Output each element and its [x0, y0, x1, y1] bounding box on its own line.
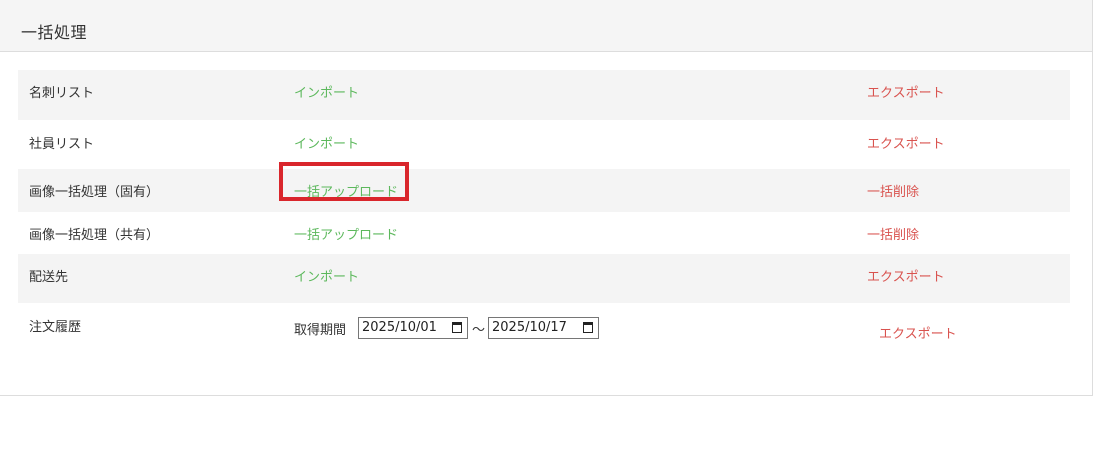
end-date-value: 2025/10/17: [492, 320, 567, 335]
import-link[interactable]: インポート: [294, 82, 359, 101]
table-row-business-cards: 名刺リスト インポート エクスポート: [18, 70, 1070, 120]
start-date-value: 2025/10/01: [362, 320, 437, 335]
table-row-image-bulk-unique: 画像一括処理（固有） 一括アップロード 一括削除: [18, 162, 1070, 212]
bulk-delete-link[interactable]: 一括削除: [867, 224, 919, 243]
row-label: 名刺リスト: [29, 86, 95, 101]
calendar-icon[interactable]: [583, 322, 593, 333]
export-link[interactable]: エクスポート: [867, 266, 945, 285]
row-label: 配送先: [29, 270, 69, 285]
export-link[interactable]: エクスポート: [867, 82, 945, 101]
calendar-icon[interactable]: [452, 322, 462, 333]
panel-title: 一括処理: [21, 23, 88, 42]
import-link[interactable]: インポート: [294, 133, 359, 152]
bulk-processing-table: 名刺リスト インポート エクスポート 社員リスト インポート エクスポート 画像…: [18, 70, 1070, 363]
bulk-delete-link[interactable]: 一括削除: [867, 181, 919, 200]
table-row-image-bulk-shared: 画像一括処理（共有） 一括アップロード 一括削除: [18, 212, 1070, 254]
row-label: 注文履歴: [29, 320, 82, 335]
export-link[interactable]: エクスポート: [879, 323, 957, 342]
row-label: 画像一括処理（固有）: [29, 185, 160, 200]
panel-header: 一括処理: [0, 0, 1092, 52]
row-label: 画像一括処理（共有）: [29, 228, 160, 243]
period-label: 取得期間: [294, 323, 347, 338]
table-row-order-history: 注文履歴 取得期間 2025/10/01 〜 2025/10/17 エクスポート: [18, 303, 1070, 363]
end-date-input[interactable]: 2025/10/17: [488, 317, 599, 339]
table-row-employees: 社員リスト インポート エクスポート: [18, 120, 1070, 169]
highlight-annotation-box: [279, 162, 409, 201]
row-label: 社員リスト: [29, 137, 95, 152]
import-link[interactable]: インポート: [294, 266, 359, 285]
bulk-upload-link[interactable]: 一括アップロード: [294, 224, 398, 243]
table-row-shipping: 配送先 インポート エクスポート: [18, 254, 1070, 303]
export-link[interactable]: エクスポート: [867, 133, 945, 152]
date-range-separator: 〜: [472, 323, 486, 338]
start-date-input[interactable]: 2025/10/01: [358, 317, 468, 339]
bulk-processing-panel: 一括処理 名刺リスト インポート エクスポート 社員リスト インポート エクスポ…: [0, 0, 1093, 396]
